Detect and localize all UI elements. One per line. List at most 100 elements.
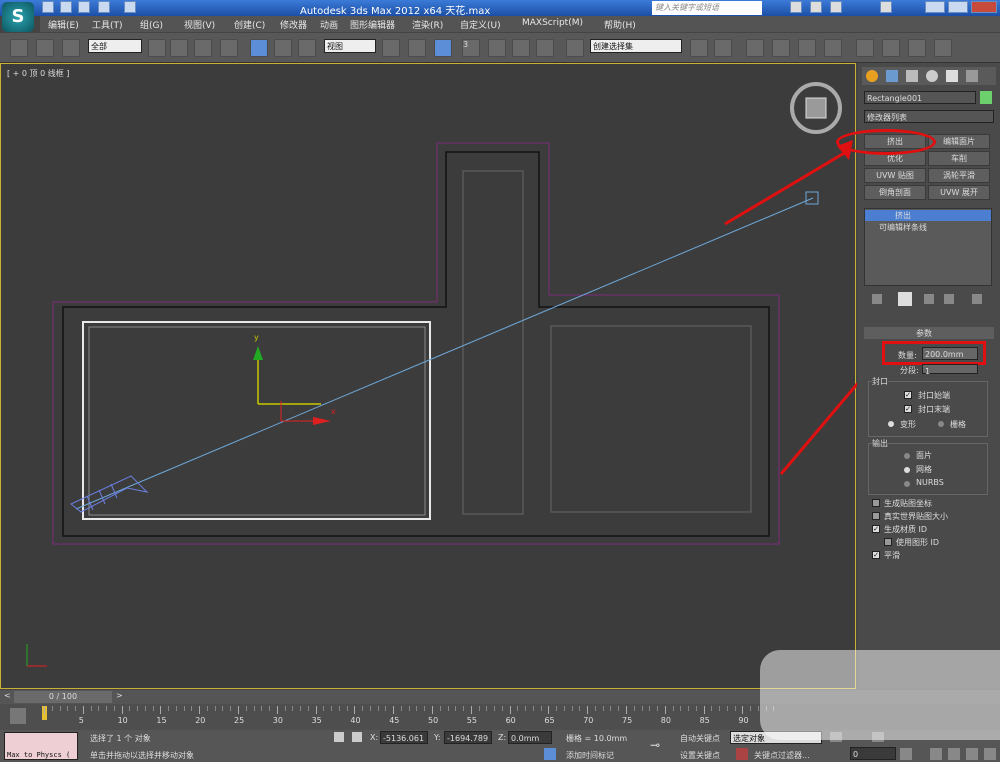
modify-tab-icon[interactable] [886,70,898,82]
key-mode-icon[interactable] [736,748,748,760]
render-icon[interactable] [934,39,952,57]
keyboard-shortcut-icon[interactable] [434,39,452,57]
spinner-snap-icon[interactable] [536,39,554,57]
absolute-mode-icon[interactable] [352,732,362,742]
selection-filter-dropdown[interactable]: 全部 [88,39,142,53]
move-icon[interactable] [250,39,268,57]
new-file-icon[interactable] [42,1,54,13]
menu-animation[interactable]: 动画 [320,18,338,31]
cap-end-checkbox[interactable]: ✓ [904,405,912,413]
hierarchy-tab-icon[interactable] [906,70,918,82]
object-color-swatch[interactable] [980,91,992,104]
menu-modifiers[interactable]: 修改器 [280,18,307,31]
time-config-icon[interactable] [900,748,912,760]
configure-sets-icon[interactable] [972,294,982,304]
cap-start-checkbox[interactable]: ✓ [904,391,912,399]
next-frame-icon[interactable]: > [116,691,123,700]
parameters-rollout-header[interactable]: 参数 [864,327,994,339]
align-icon[interactable] [714,39,732,57]
bind-spacewarp-icon[interactable] [62,39,80,57]
time-slider[interactable]: 0 / 100 [14,691,112,703]
key-filters-button[interactable]: 关键点过滤器... [754,750,810,761]
pan-icon[interactable] [948,748,960,760]
stack-item-editable-spline[interactable]: 可编辑样条线 [865,222,991,233]
nurbs-radio[interactable] [904,481,910,487]
menu-group[interactable]: 组(G) [140,18,163,31]
binoculars-icon[interactable] [790,1,802,13]
object-name-field[interactable]: Rectangle001 [864,91,976,104]
lathe-button[interactable]: 车削 [928,151,990,166]
auto-key-button[interactable]: 自动关键点 [680,733,720,744]
star-icon[interactable] [830,1,842,13]
edit-named-sel-icon[interactable] [566,39,584,57]
create-tab-icon[interactable] [866,70,878,82]
make-unique-icon[interactable] [924,294,934,304]
rect-selection-icon[interactable] [194,39,212,57]
x-coord-field[interactable]: -5136.061 [380,731,428,744]
menu-tools[interactable]: 工具(T) [92,18,123,31]
redo-icon[interactable] [124,1,136,13]
rotate-icon[interactable] [274,39,292,57]
key-icon[interactable]: ⊸ [650,738,660,752]
tools-icon[interactable] [810,1,822,13]
snaps-toggle-icon[interactable]: 3 [462,39,480,57]
segments-input[interactable]: 1 [922,364,978,376]
material-editor-icon[interactable] [856,39,874,57]
menu-rendering[interactable]: 渲染(R) [412,18,443,31]
prev-frame-icon[interactable]: < [4,691,11,700]
curve-editor-icon[interactable] [798,39,816,57]
grid-radio[interactable] [938,421,944,427]
menu-create[interactable]: 创建(C) [234,18,265,31]
menu-maxscript[interactable]: MAXScript(M) [522,18,583,28]
z-coord-field[interactable]: 0.0mm [508,731,552,744]
gen-mapping-checkbox[interactable] [872,499,880,507]
graphite-icon[interactable] [772,39,790,57]
gen-matid-checkbox[interactable]: ✓ [872,525,880,533]
maxscript-listener[interactable]: Max to Physcs ( [4,732,78,760]
reference-coord-dropdown[interactable]: 视图 [324,39,376,53]
scale-icon[interactable] [298,39,316,57]
select-object-icon[interactable] [148,39,166,57]
smooth-checkbox[interactable]: ✓ [872,551,880,559]
schematic-view-icon[interactable] [824,39,842,57]
rendered-frame-icon[interactable] [908,39,926,57]
help-icon[interactable] [880,1,892,13]
select-by-name-icon[interactable] [170,39,188,57]
menu-edit[interactable]: 编辑(E) [48,18,79,31]
angle-snap-icon[interactable] [488,39,506,57]
show-end-result-icon[interactable] [898,292,912,306]
uvw-unwrap-button[interactable]: UVW 展开 [928,185,990,200]
pin-stack-icon[interactable] [872,294,882,304]
remove-modifier-icon[interactable] [944,294,954,304]
y-coord-field[interactable]: -1694.789 [444,731,492,744]
bevel-profile-button[interactable]: 倒角剖面 [864,185,926,200]
edit-patch-button[interactable]: 编辑面片 [928,134,990,149]
render-setup-icon[interactable] [882,39,900,57]
percent-snap-icon[interactable] [512,39,530,57]
minimize-button[interactable] [925,1,945,13]
morph-radio[interactable] [888,421,894,427]
unlink-icon[interactable] [36,39,54,57]
link-icon[interactable] [10,39,28,57]
app-logo[interactable]: S [2,2,34,32]
close-button[interactable] [971,1,997,13]
select-manipulate-icon[interactable] [408,39,426,57]
layer-manager-icon[interactable] [746,39,764,57]
maximize-viewport-icon[interactable] [984,748,996,760]
undo-icon[interactable] [98,1,110,13]
lock-selection-icon[interactable] [334,732,344,742]
maximize-button[interactable] [948,1,968,13]
orbit-icon[interactable] [966,748,978,760]
menu-views[interactable]: 视图(V) [184,18,215,31]
pivot-center-icon[interactable] [382,39,400,57]
display-tab-icon[interactable] [946,70,958,82]
turbosmooth-button[interactable]: 涡轮平滑 [928,168,990,183]
use-shape-id-checkbox[interactable] [884,538,892,546]
current-frame-field[interactable]: 0 [850,747,896,760]
menu-graph-editors[interactable]: 图形编辑器 [350,18,395,31]
real-world-checkbox[interactable] [872,512,880,520]
mirror-icon[interactable] [690,39,708,57]
mini-curve-icon[interactable] [10,708,26,724]
named-selection-dropdown[interactable]: 创建选择集 [590,39,682,53]
patch-radio[interactable] [904,453,910,459]
